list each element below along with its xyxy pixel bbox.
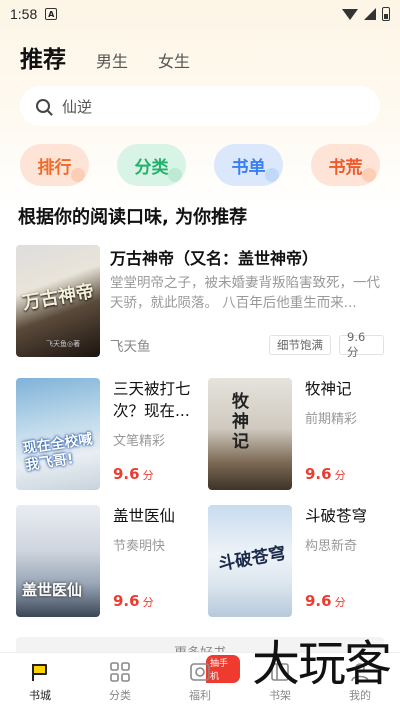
nav-label: 书城 <box>29 689 51 702</box>
flag-icon <box>32 664 47 681</box>
book-title[interactable]: 盖世医仙 <box>113 505 193 527</box>
book-card[interactable]: 斗破苍穹 斗破苍穹 构思新奇 9.6 分 <box>208 505 383 617</box>
signal-icon <box>364 8 376 20</box>
ranking-decor-icon <box>71 168 85 182</box>
tab-male[interactable]: 男生 <box>96 48 128 72</box>
ranking-button[interactable]: 排行 <box>20 144 89 186</box>
search-bar[interactable]: 仙逆 <box>20 86 380 126</box>
cover-title: 万古神帝 <box>20 280 96 315</box>
search-icon <box>36 99 50 113</box>
cover-title: 牧神记 <box>232 392 249 452</box>
nav-label: 分类 <box>109 689 131 702</box>
score-value: 9.6 <box>305 592 332 610</box>
score-unit: 分 <box>334 596 346 609</box>
ranking-label: 排行 <box>37 157 72 178</box>
book-card[interactable]: 现在全校喊我飞哥! 三天被打七次？现在... 文笔精彩 9.6 分 <box>16 378 191 490</box>
book-description: 堂堂明帝之子，被未婚妻背叛陷害致死，一代天骄，就此陨落。 八百年后他重生而来..… <box>110 275 380 311</box>
book-score: 9.6 分 <box>113 592 154 610</box>
cover-title: 斗破苍穹 <box>216 543 288 575</box>
book-score: 9.6 分 <box>305 465 346 483</box>
book-tag: 细节饱满 <box>269 335 331 355</box>
category-decor-icon <box>168 168 182 182</box>
book-title[interactable]: 牧神记 <box>305 378 385 400</box>
featured-book[interactable]: 万古神帝 飞天鱼◎著 万古神帝（又名：盖世神帝） 堂堂明帝之子，被未婚妻背叛陷害… <box>16 245 384 359</box>
nav-category[interactable]: 分类 <box>80 653 160 711</box>
book-cover[interactable]: 牧神记 <box>208 378 292 490</box>
book-card[interactable]: 盖世医仙 盖世医仙 节奏明快 9.6 分 <box>16 505 191 617</box>
book-title[interactable]: 斗破苍穹 <box>305 505 385 527</box>
cover-title: 现在全校喊我飞哥! <box>21 431 94 474</box>
category-pills: 排行 分类 书单 书荒 <box>20 144 380 186</box>
book-cover[interactable]: 万古神帝 飞天鱼◎著 <box>16 245 100 357</box>
status-bar: 1:58 A <box>0 0 400 28</box>
wifi-icon <box>342 8 358 20</box>
nav-label: 福利 <box>189 689 211 702</box>
score-value: 9.6 <box>305 465 332 483</box>
book-shortage-button[interactable]: 书荒 <box>311 144 380 186</box>
booklist-decor-icon <box>265 168 279 182</box>
welfare-badge: 抽手机 <box>206 655 240 683</box>
watermark-text: 大玩客 <box>251 636 392 692</box>
search-input[interactable]: 仙逆 <box>62 96 92 117</box>
gift-icon <box>190 663 210 681</box>
book-tag: 文笔精彩 <box>113 434 166 449</box>
book-score: 9.6 分 <box>113 465 154 483</box>
cover-author: 飞天鱼◎著 <box>46 340 81 348</box>
score-value: 9.6 <box>113 592 140 610</box>
section-title: 根据你的阅读口味, 为你推荐 <box>18 207 248 228</box>
battery-icon <box>382 7 390 21</box>
cover-title: 盖世医仙 <box>22 581 83 599</box>
book-title[interactable]: 三天被打七次？现在... <box>113 378 193 422</box>
book-title[interactable]: 万古神帝（又名：盖世神帝） <box>110 245 384 269</box>
grid-icon <box>110 662 130 682</box>
nav-welfare[interactable]: 抽手机 福利 <box>160 653 240 711</box>
book-tag: 前期精彩 <box>305 412 358 427</box>
book-score: 9.6 分 <box>305 592 346 610</box>
score-unit: 分 <box>142 469 154 482</box>
book-cover[interactable]: 盖世医仙 <box>16 505 100 617</box>
category-label: 分类 <box>134 157 169 178</box>
book-cover[interactable]: 现在全校喊我飞哥! <box>16 378 100 490</box>
category-button[interactable]: 分类 <box>117 144 186 186</box>
score-unit: 分 <box>142 596 154 609</box>
book-card[interactable]: 牧神记 牧神记 前期精彩 9.6 分 <box>208 378 383 490</box>
book-author: 飞天鱼 <box>110 339 151 355</box>
book-cover[interactable]: 斗破苍穹 <box>208 505 292 617</box>
channel-tabs: 推荐 男生 女生 <box>20 40 190 74</box>
tab-recommend[interactable]: 推荐 <box>20 40 66 74</box>
score-value: 9.6 <box>113 465 140 483</box>
book-shortage-decor-icon <box>362 168 376 182</box>
book-score-tag: 9.6分 <box>339 330 384 359</box>
app-notification-icon: A <box>45 8 58 20</box>
tab-female[interactable]: 女生 <box>158 48 190 72</box>
booklist-button[interactable]: 书单 <box>214 144 283 186</box>
nav-bookstore[interactable]: 书城 <box>0 653 80 711</box>
book-tag: 构思新奇 <box>305 539 358 554</box>
status-time: 1:58 <box>10 6 38 22</box>
booklist-label: 书单 <box>231 157 266 178</box>
score-unit: 分 <box>334 469 346 482</box>
book-shortage-label: 书荒 <box>328 157 363 178</box>
book-tag: 节奏明快 <box>113 539 166 554</box>
